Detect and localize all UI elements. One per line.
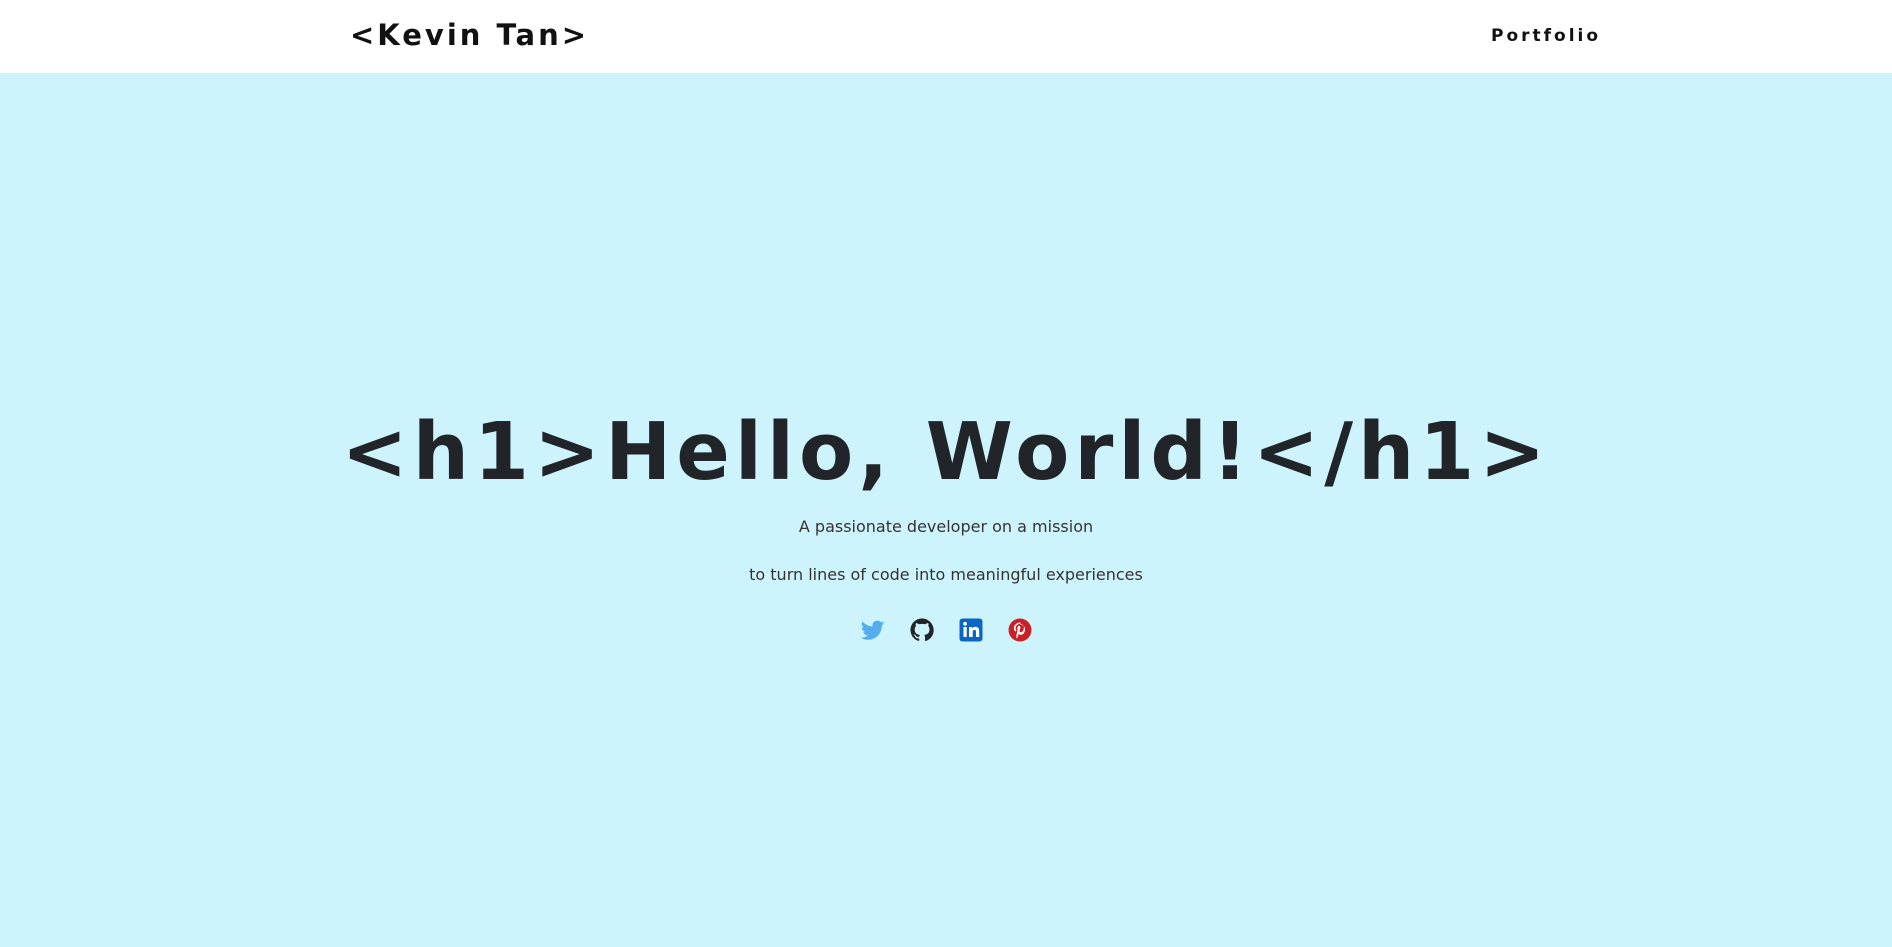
hero-title: <h1>Hello, World!</h1> <box>341 406 1551 498</box>
github-link[interactable] <box>910 618 934 642</box>
twitter-link[interactable] <box>860 618 885 642</box>
linkedin-icon <box>959 618 983 642</box>
nav-link-portfolio[interactable]: Portfolio <box>1491 26 1601 46</box>
social-links <box>0 618 1892 642</box>
github-icon <box>910 618 934 642</box>
brand-logo[interactable]: <Kevin Tan> <box>350 18 589 52</box>
hero-section: <h1>Hello, World!</h1> A passionate deve… <box>0 73 1892 947</box>
twitter-icon <box>860 618 885 642</box>
linkedin-link[interactable] <box>959 618 983 642</box>
pinterest-link[interactable] <box>1008 618 1032 642</box>
hero-tagline-line-1: A passionate developer on a mission <box>798 517 1094 536</box>
hero-tagline-line-2: to turn lines of code into meaningful ex… <box>749 565 1143 584</box>
pinterest-icon <box>1008 618 1032 642</box>
navbar: <Kevin Tan> Portfolio <box>0 0 1892 73</box>
